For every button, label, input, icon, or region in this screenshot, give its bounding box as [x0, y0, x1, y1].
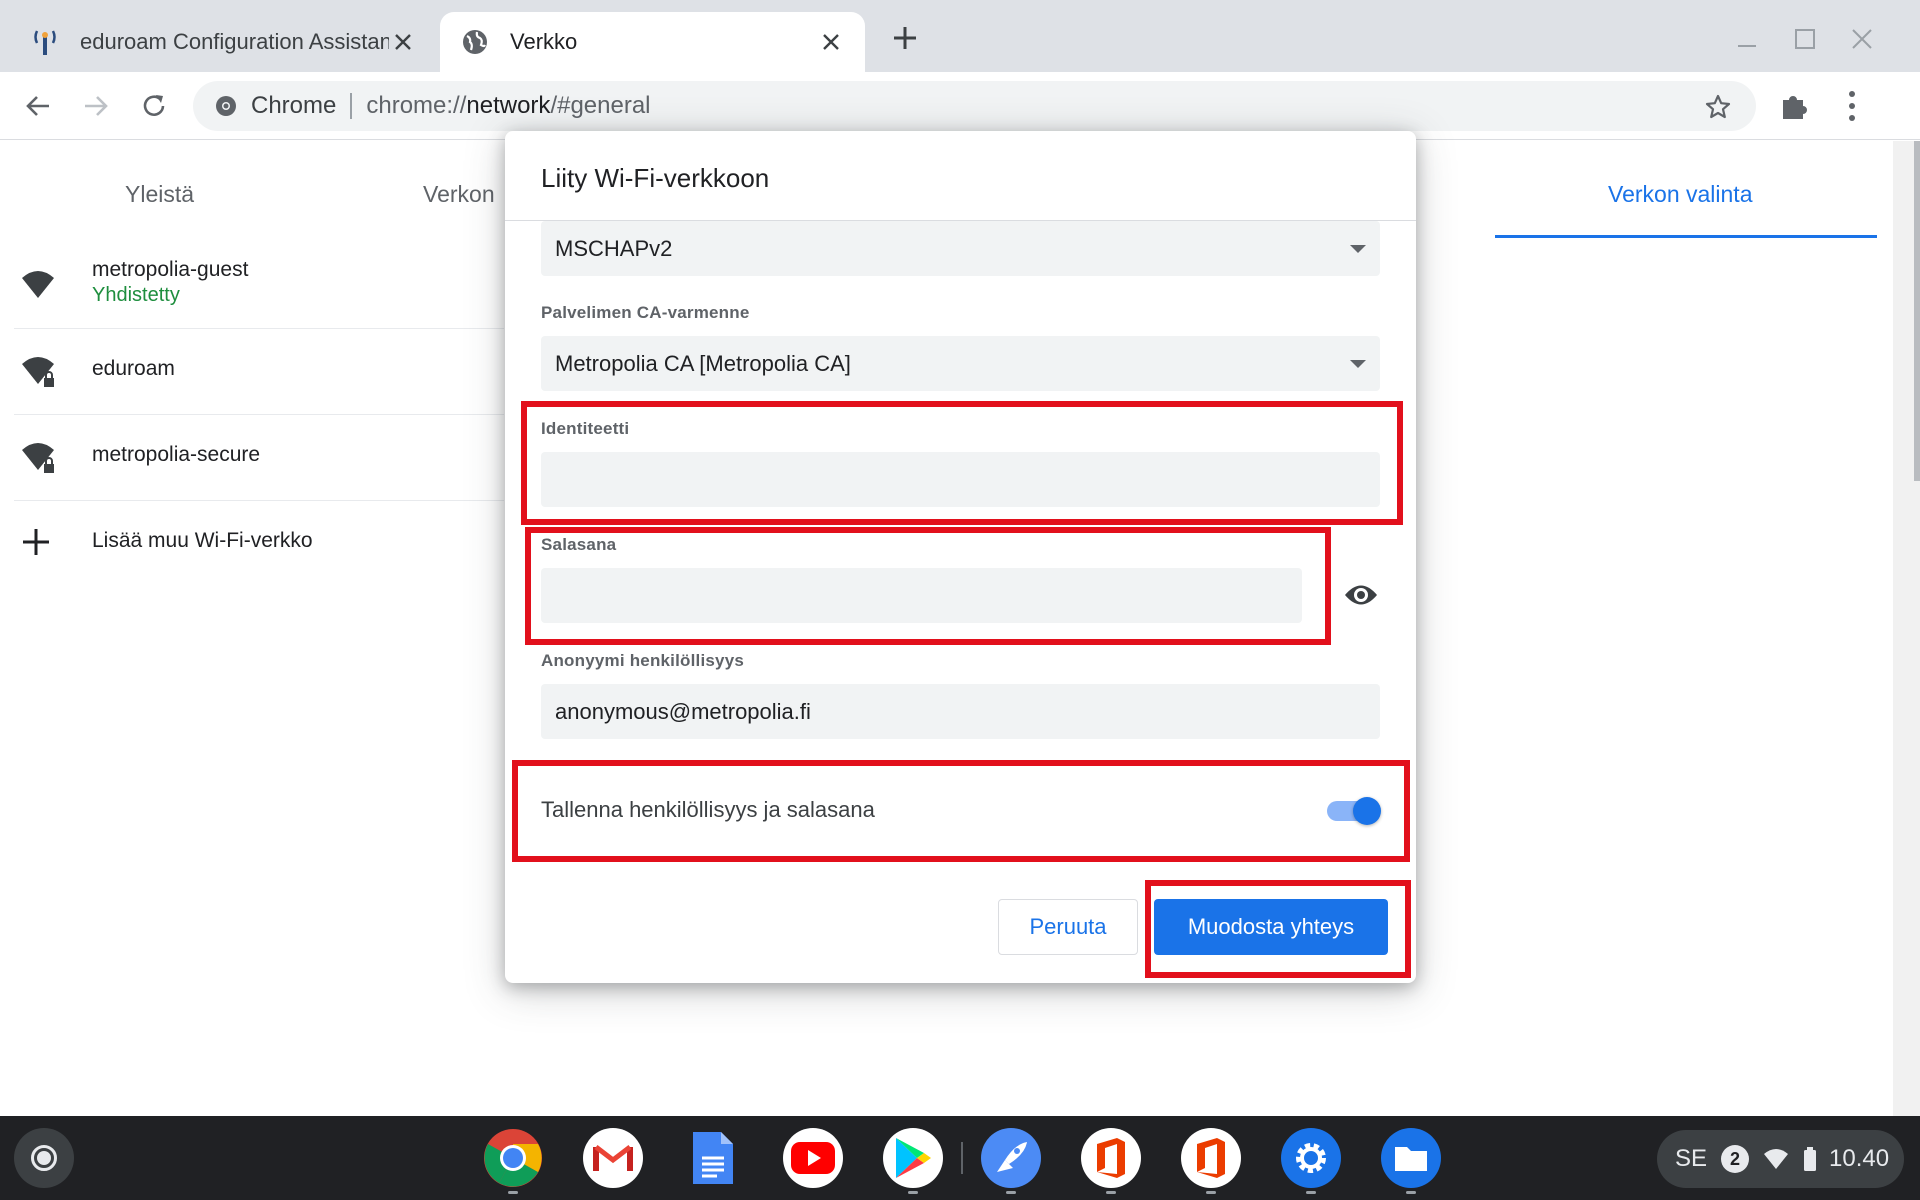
launcher-button[interactable] [14, 1128, 74, 1188]
browser-toolbar: Chrome chrome://network/#general [0, 72, 1920, 140]
network-name: metropolia-secure [92, 443, 261, 466]
launcher-icon [31, 1145, 57, 1171]
eap-phase2-select[interactable]: MSCHAPv2 [541, 221, 1380, 276]
notification-count-badge: 2 [1721, 1145, 1750, 1173]
forward-icon[interactable] [76, 86, 116, 126]
shelf-separator [961, 1142, 963, 1174]
omnibox-separator [350, 93, 353, 119]
bookmark-star-icon[interactable] [1704, 93, 1732, 121]
tab-title: Verkko [510, 29, 578, 54]
reload-icon[interactable] [134, 86, 174, 126]
ca-cert-label: Palvelimen CA-varmenne [541, 303, 750, 322]
active-tab-indicator [1495, 235, 1877, 238]
annotation-box-connect [1145, 880, 1411, 978]
extensions-puzzle-icon[interactable] [1778, 90, 1810, 122]
eduroam-favicon-icon [30, 27, 60, 57]
chromeos-shelf: SE 2 10.40 [0, 1116, 1920, 1200]
wifi-icon [20, 268, 56, 304]
docs-icon[interactable] [683, 1128, 743, 1188]
dropdown-caret-icon [1350, 245, 1366, 253]
anonymous-identity-input[interactable] [541, 684, 1380, 739]
window-close-icon[interactable] [1845, 22, 1879, 56]
maximize-icon[interactable] [1788, 22, 1822, 56]
anonymous-identity-label: Anonyymi henkilöllisyys [541, 651, 744, 670]
cancel-button[interactable]: Peruuta [998, 899, 1138, 955]
clock: 10.40 [1829, 1145, 1890, 1172]
ca-cert-select[interactable]: Metropolia CA [Metropolia CA] [541, 336, 1380, 391]
url-scheme: chrome:// [366, 92, 467, 119]
office-icon[interactable] [1081, 1128, 1141, 1194]
omnibox-chip-label: Chrome [251, 92, 337, 119]
tab-close-icon[interactable] [389, 28, 417, 56]
play-store-icon[interactable] [883, 1128, 943, 1194]
tab-verkko[interactable]: Verkko [440, 12, 865, 72]
omnibox[interactable]: Chrome chrome://network/#general [193, 81, 1756, 131]
ime-indicator: SE [1675, 1145, 1708, 1172]
wifi-status-icon [1763, 1148, 1789, 1170]
annotation-box-save-toggle [512, 760, 1410, 862]
tab-strip: eduroam Configuration Assistant Tool Ver… [0, 0, 1920, 72]
files-icon[interactable] [1381, 1128, 1441, 1194]
youtube-icon[interactable] [783, 1128, 843, 1188]
network-row-metropolia-secure[interactable]: metropolia-secure [14, 416, 504, 501]
chrome-icon[interactable] [483, 1128, 543, 1194]
globe-icon [460, 27, 490, 57]
url-host: network [466, 92, 551, 119]
back-icon[interactable] [18, 86, 58, 126]
tab-close-icon[interactable] [817, 28, 845, 56]
status-tray[interactable]: SE 2 10.40 [1657, 1130, 1904, 1188]
wifi-lock-icon [20, 440, 56, 476]
tab-network-selection[interactable]: Verkon valinta [1608, 181, 1752, 208]
annotation-box-identity [521, 401, 1403, 525]
tab-general[interactable]: Yleistä [125, 181, 194, 208]
network-status: Yhdistetty [92, 284, 180, 306]
show-password-eye-icon[interactable] [1343, 580, 1379, 610]
office-icon[interactable] [1181, 1128, 1241, 1194]
add-network-row[interactable]: Lisää muu Wi-Fi-verkko [14, 502, 504, 587]
wifi-lock-icon [20, 354, 56, 390]
dropdown-caret-icon [1350, 360, 1366, 368]
tab-network[interactable]: Verkon [423, 181, 495, 208]
plus-icon [20, 526, 56, 562]
ca-cert-value: Metropolia CA [Metropolia CA] [555, 350, 851, 376]
gmail-icon[interactable] [583, 1128, 643, 1188]
dialog-title: Liity Wi-Fi-verkkoon [541, 163, 770, 193]
tab-eduroam-cat[interactable]: eduroam Configuration Assistant Tool [10, 12, 437, 72]
page-scrollbar-thumb[interactable] [1914, 141, 1920, 481]
network-name: eduroam [92, 357, 175, 380]
chrome-page-icon [215, 95, 237, 117]
minimize-icon[interactable] [1730, 22, 1764, 56]
eap-phase2-value: MSCHAPv2 [555, 235, 673, 261]
network-row-eduroam[interactable]: eduroam [14, 330, 504, 415]
new-tab-button[interactable] [887, 22, 923, 58]
battery-icon [1803, 1147, 1817, 1171]
network-row-metropolia-guest[interactable]: metropolia-guest Yhdistetty [14, 244, 504, 329]
annotation-box-password [525, 527, 1331, 645]
browser-menu-icon[interactable] [1840, 88, 1864, 124]
url-path: /#general [550, 92, 651, 119]
tab-title: eduroam Configuration Assistant Tool [80, 29, 389, 54]
network-name: metropolia-guest [92, 258, 249, 281]
add-network-label: Lisää muu Wi-Fi-verkko [92, 529, 313, 552]
app-rocket-icon[interactable] [981, 1128, 1041, 1194]
settings-icon[interactable] [1281, 1128, 1341, 1194]
